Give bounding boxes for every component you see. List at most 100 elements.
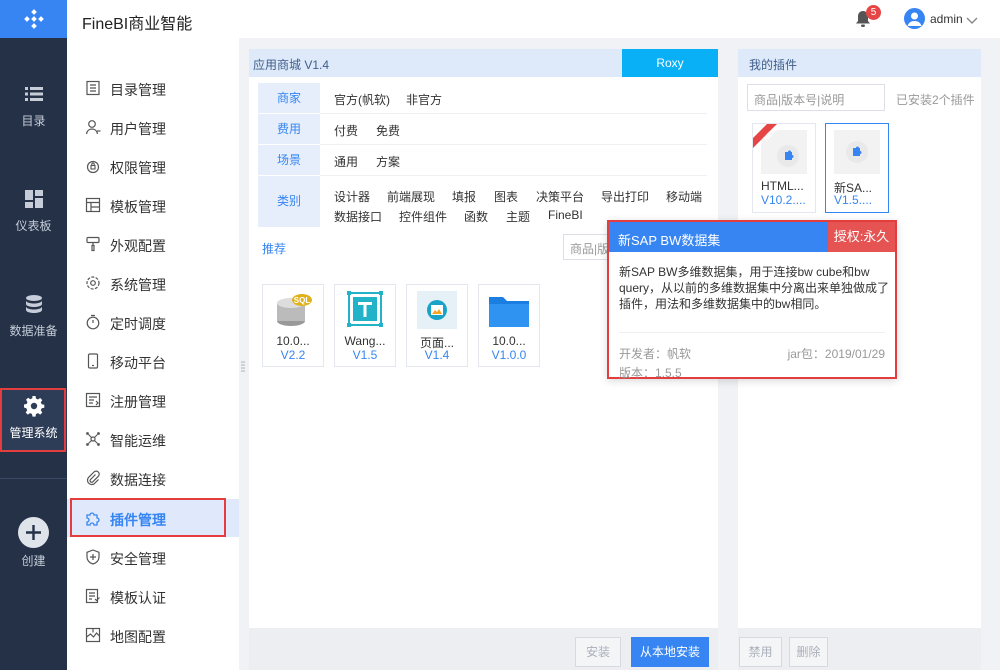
filter-option[interactable]: 函数	[464, 208, 488, 225]
popup-description: 新SAP BW多维数据集，用于连接bw cube和bw query，从以前的多维…	[619, 265, 890, 311]
sidebar-item-security[interactable]: 安全管理	[67, 538, 239, 577]
filter-divider	[320, 175, 707, 176]
mgmt-sidebar: 目录管理 用户管理 权限管理 模板管理 外观配置 系统管理 定时调度 移动平台 …	[67, 38, 295, 670]
register-icon	[85, 392, 101, 408]
logo-icon[interactable]	[0, 0, 67, 38]
gear-icon	[85, 275, 101, 291]
filter-option[interactable]: 决策平台	[536, 188, 584, 205]
popup-developer: 开发者：帆软	[619, 347, 692, 361]
install-button[interactable]: 安装	[575, 637, 621, 667]
filter-option[interactable]: 方案	[376, 153, 400, 170]
filter-option[interactable]: 图表	[494, 188, 518, 205]
filter-option[interactable]: FineBI	[548, 208, 583, 222]
user-name[interactable]: admin	[930, 12, 963, 26]
nav-create[interactable]: 创建	[0, 518, 67, 578]
filter-option[interactable]: 通用	[334, 153, 358, 170]
sidebar-item-scheduling[interactable]: 定时调度	[67, 303, 239, 342]
sidebar-item-appearance[interactable]: 外观配置	[67, 225, 239, 264]
account-button[interactable]: Roxy	[622, 49, 718, 77]
avatar[interactable]	[904, 8, 925, 29]
image-icon	[415, 291, 459, 329]
filter-option[interactable]: 填报	[452, 188, 476, 205]
resize-handle-icon[interactable]	[241, 360, 245, 374]
popup-divider	[619, 332, 885, 333]
filter-option[interactable]: 移动端	[666, 188, 702, 205]
sidebar-item-label: 定时调度	[110, 316, 166, 332]
sidebar-item-template-mgmt[interactable]: 模板管理	[67, 186, 239, 225]
sidebar-item-mobile[interactable]: 移动平台	[67, 342, 239, 381]
nav-dashboard-label: 仪表板	[15, 219, 52, 233]
sidebar-item-label: 外观配置	[110, 238, 166, 254]
folder-icon	[487, 291, 531, 329]
filter-option[interactable]: 免费	[376, 122, 400, 139]
database-icon	[23, 293, 45, 315]
nav-divider	[0, 478, 67, 479]
sidebar-item-user-mgmt[interactable]: 用户管理	[67, 108, 239, 147]
sidebar-item-label: 权限管理	[110, 160, 166, 176]
nav-data-prep[interactable]: 数据准备	[0, 288, 67, 348]
top-header: FineBI商业智能 5 admin	[0, 0, 1000, 38]
install-local-button[interactable]: 从本地安装	[631, 637, 709, 667]
filter-divider	[320, 144, 707, 145]
plugin-version: V2.2	[280, 348, 306, 362]
installed-plugin-card[interactable]: NEW HTML... V10.2....	[752, 123, 816, 213]
filter-option[interactable]: 官方(帆软)	[334, 91, 390, 108]
plugin-name: Wang...	[344, 334, 386, 348]
plugin-version: V1.5....	[834, 193, 873, 207]
sidebar-item-template-cert[interactable]: 模板认证	[67, 577, 239, 616]
filter-option[interactable]: 数据接口	[334, 208, 382, 225]
filter-option[interactable]: 主题	[506, 208, 530, 225]
delete-button[interactable]: 删除	[789, 637, 828, 667]
plugin-version: V1.4	[424, 348, 450, 362]
plugin-card[interactable]: 页面... V1.4	[406, 284, 468, 367]
filter-label-scene: 场景	[258, 145, 320, 175]
notification-badge[interactable]: 5	[866, 5, 881, 20]
filter-option[interactable]: 导出打印	[601, 188, 649, 205]
recommend-label: 推荐	[262, 242, 287, 256]
main-nav: 目录 仪表板 数据准备 管理系统 创建	[0, 38, 67, 670]
sidebar-item-register[interactable]: 注册管理	[67, 381, 239, 420]
sidebar-item-label: 移动平台	[110, 355, 166, 371]
nav-create-label: 创建	[21, 554, 46, 568]
clip-icon	[85, 470, 101, 486]
license-badge: 授权:永久	[828, 222, 895, 252]
plugin-detail-popup: 新SAP BW数据集 授权:永久 新SAP BW多维数据集，用于连接bw cub…	[607, 220, 897, 380]
puzzle-icon	[834, 130, 880, 174]
network-icon	[85, 431, 101, 447]
sidebar-item-label: 目录管理	[110, 82, 166, 98]
nav-catalog[interactable]: 目录	[0, 78, 67, 138]
filter-label-fee: 费用	[258, 114, 320, 144]
map-icon	[85, 627, 101, 643]
plugin-version: V1.5	[352, 348, 378, 362]
installed-count: 已安装2个插件	[896, 93, 975, 107]
sidebar-item-catalog-mgmt[interactable]: 目录管理	[67, 69, 239, 108]
sidebar-item-system-mgmt[interactable]: 系统管理	[67, 264, 239, 303]
popup-version: 版本：1.5.5	[619, 366, 682, 380]
sql-database-icon: SQL	[271, 291, 315, 329]
plugin-card[interactable]: SQL 10.0... V2.2	[262, 284, 324, 367]
filter-option[interactable]: 控件组件	[399, 208, 447, 225]
sidebar-item-smart-ops[interactable]: 智能运维	[67, 420, 239, 459]
my-plugins-search-input[interactable]: 商品|版本号|说明	[747, 84, 885, 111]
filter-option[interactable]: 设计器	[334, 188, 370, 205]
plugin-card[interactable]: Wang... V1.5	[334, 284, 396, 367]
plugin-name: 10.0...	[276, 334, 310, 348]
sidebar-item-permission-mgmt[interactable]: 权限管理	[67, 147, 239, 186]
sidebar-item-data-connection[interactable]: 数据连接	[67, 459, 239, 498]
nav-data-prep-label: 数据准备	[9, 324, 58, 338]
nav-dashboard[interactable]: 仪表板	[0, 183, 67, 243]
sidebar-item-label: 智能运维	[110, 433, 166, 449]
plugin-card[interactable]: 10.0... V1.0.0	[478, 284, 540, 367]
filter-option[interactable]: 付费	[334, 122, 358, 139]
disable-button[interactable]: 禁用	[739, 637, 782, 667]
sidebar-item-map-config[interactable]: 地图配置	[67, 616, 239, 655]
sidebar-item-label: 数据连接	[110, 472, 166, 488]
chevron-down-icon[interactable]	[966, 13, 978, 28]
installed-plugin-card[interactable]: 新SA... V1.5....	[825, 123, 889, 213]
filter-option[interactable]: 前端展现	[387, 188, 435, 205]
highlight-box	[0, 388, 66, 452]
sidebar-item-label: 模板管理	[110, 199, 166, 215]
my-plugins-title: 我的插件	[749, 58, 798, 72]
filter-option[interactable]: 非官方	[406, 91, 442, 108]
sidebar-item-label: 安全管理	[110, 551, 166, 567]
